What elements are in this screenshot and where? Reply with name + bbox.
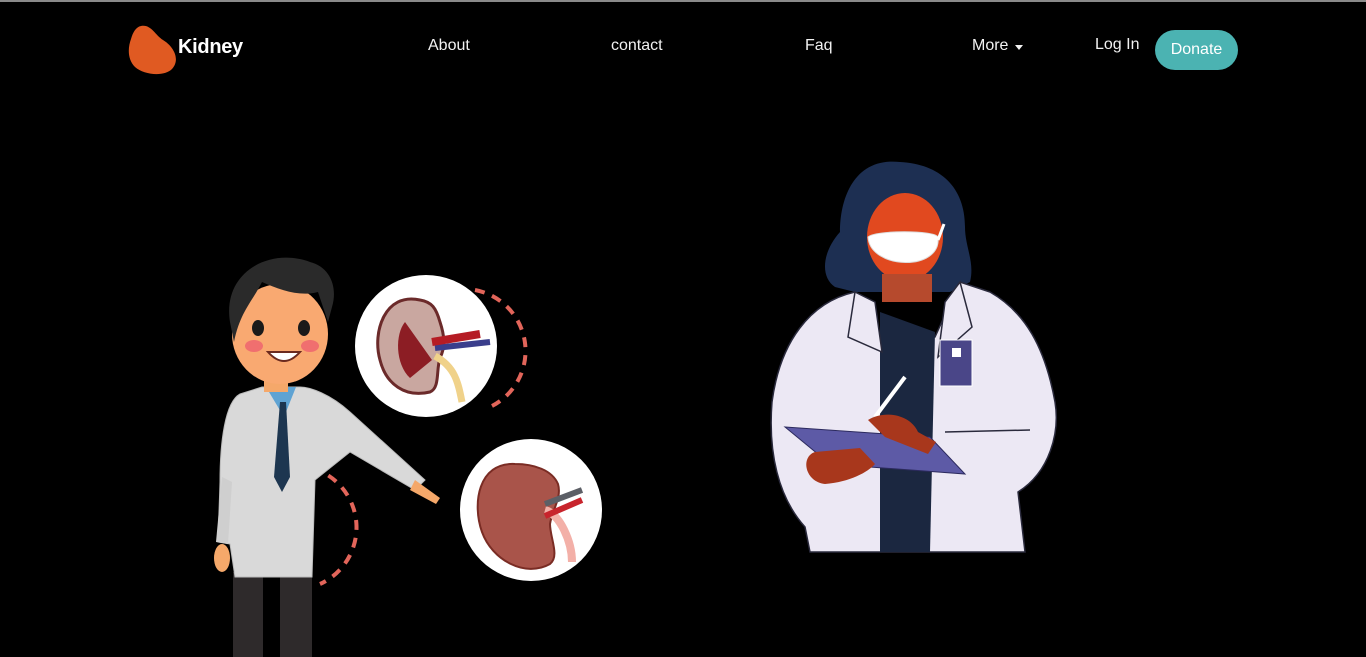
nav-more-label: More bbox=[972, 37, 1009, 54]
dashed-arc-bottom bbox=[311, 466, 359, 586]
brand-name: Kidney bbox=[178, 35, 243, 58]
nav-faq-link[interactable]: Faq bbox=[805, 37, 833, 55]
kidney-organ-icon bbox=[460, 439, 602, 581]
kidney-blob-icon bbox=[128, 25, 176, 75]
nav-contact-link[interactable]: contact bbox=[611, 37, 663, 55]
doctor-presenting-kidneys-illustration bbox=[214, 257, 602, 657]
login-link[interactable]: Log In bbox=[1095, 36, 1139, 54]
kidney-cross-section-icon bbox=[355, 275, 497, 417]
page: Kidney About contact Faq More Log In Don… bbox=[0, 0, 1366, 657]
brand-link[interactable]: Kidney bbox=[127, 22, 243, 76]
nav-about-link[interactable]: About bbox=[428, 37, 470, 55]
nav-more-dropdown[interactable]: More bbox=[972, 37, 1024, 55]
donate-button[interactable]: Donate bbox=[1155, 30, 1238, 70]
caret-down-icon bbox=[1015, 44, 1024, 50]
female-doctor-illustration bbox=[770, 161, 1057, 553]
navbar: Kidney About contact Faq More Log In Don… bbox=[0, 2, 1366, 94]
